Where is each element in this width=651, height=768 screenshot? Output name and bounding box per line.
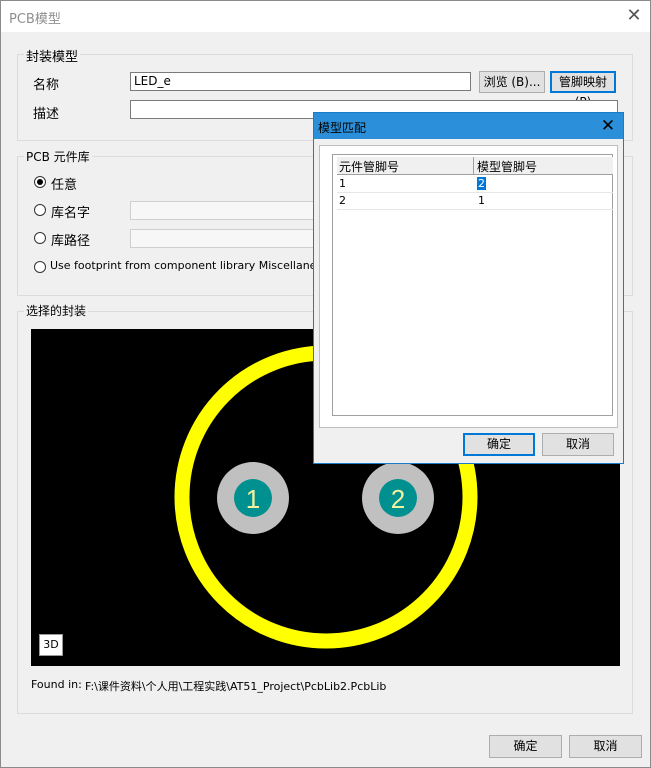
selected-footprint-label: 选择的封装	[24, 302, 89, 319]
library-name-input[interactable]	[130, 201, 320, 220]
row-1-component-pin: 1	[339, 177, 346, 190]
radio-library-name[interactable]: 库名字	[34, 202, 124, 221]
radio-any-label: 任意	[51, 178, 78, 193]
radio-library-path-indicator[interactable]	[34, 232, 46, 244]
ok-button[interactable]: 确定	[489, 735, 562, 758]
radio-library-name-label: 库名字	[51, 206, 91, 221]
row-2-component-pin: 2	[339, 194, 346, 207]
pin-mapping-dialog: 模型匹配 ✕ 元件管脚号 模型管脚号 1 2 2 1 确定 取消	[313, 112, 624, 464]
table-row[interactable]: 1 2	[337, 175, 613, 193]
library-path-input[interactable]	[130, 229, 320, 248]
browse-button[interactable]: 浏览 (B)...	[479, 71, 545, 93]
pin-mapping-cancel-button[interactable]: 取消	[542, 433, 614, 456]
pad-1: 1	[217, 462, 289, 534]
pin-mapping-ok-button[interactable]: 确定	[463, 433, 535, 456]
pin-mapping-panel: 元件管脚号 模型管脚号 1 2 2 1	[319, 145, 618, 428]
pin-mapping-title: 模型匹配	[318, 121, 367, 135]
pad-1-label: 1	[246, 484, 260, 514]
radio-library-name-indicator[interactable]	[34, 204, 46, 216]
name-input[interactable]: LED_e	[130, 72, 471, 91]
cancel-button[interactable]: 取消	[569, 735, 642, 758]
pcb-library-group-label: PCB 元件库	[24, 148, 92, 165]
header-divider	[473, 157, 474, 174]
pad-2-label: 2	[391, 484, 405, 514]
pin-mapping-table[interactable]: 元件管脚号 模型管脚号 1 2 2 1	[332, 154, 613, 416]
pin-mapping-close-icon[interactable]: ✕	[596, 114, 620, 138]
radio-any-indicator[interactable]	[34, 176, 46, 188]
radio-library-path-label: 库路径	[51, 234, 91, 249]
found-in-path: F:\课件资料\个人用\工程实践\AT51_Project\PcbLib2.Pc…	[85, 680, 387, 693]
radio-use-component-library[interactable]: Use footprint from component library Mis…	[34, 259, 330, 275]
pad-2: 2	[362, 462, 434, 534]
pin-map-button[interactable]: 管脚映射 (P)	[550, 71, 616, 109]
window-title: PCB模型	[9, 12, 61, 27]
name-label: 名称	[33, 78, 60, 93]
row-2-model-pin[interactable]: 1	[478, 194, 485, 207]
close-icon[interactable]: ✕	[621, 4, 647, 28]
view-3d-button[interactable]: 3D	[39, 634, 63, 656]
pin-mapping-header: 元件管脚号 模型管脚号	[337, 157, 613, 175]
pin-mapping-title-bar: 模型匹配 ✕	[314, 113, 623, 139]
table-row[interactable]: 2 1	[337, 192, 613, 210]
radio-any[interactable]: 任意	[34, 174, 234, 193]
found-in-label: Found in:	[31, 678, 82, 691]
column-model-pin[interactable]: 模型管脚号	[477, 158, 537, 175]
radio-use-component-library-label: Use footprint from component library Mis…	[50, 259, 331, 272]
column-component-pin[interactable]: 元件管脚号	[339, 158, 399, 175]
description-label: 描述	[33, 107, 60, 122]
radio-library-path[interactable]: 库路径	[34, 230, 124, 249]
row-1-model-pin[interactable]: 2	[477, 177, 486, 190]
radio-use-component-library-indicator[interactable]	[34, 261, 46, 273]
footprint-group-label: 封装模型	[24, 46, 81, 65]
title-bar: PCB模型 ✕	[1, 1, 650, 32]
